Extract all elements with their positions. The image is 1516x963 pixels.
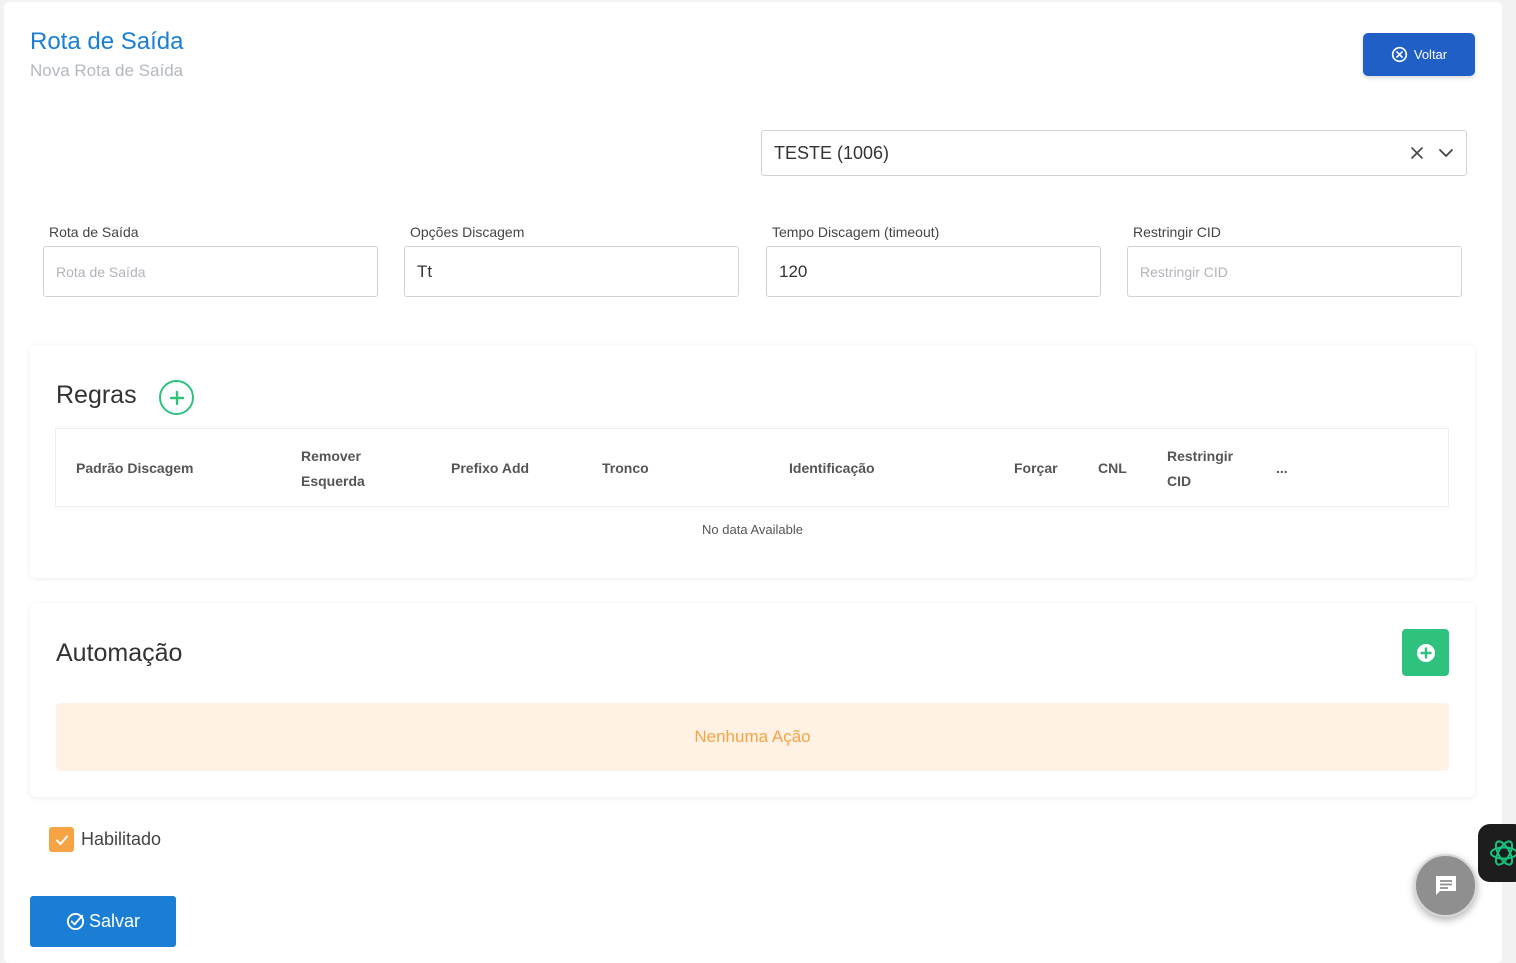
dial-options-label: Opções Discagem bbox=[410, 224, 525, 240]
add-automation-button[interactable] bbox=[1402, 629, 1449, 676]
chat-icon bbox=[1435, 875, 1456, 895]
route-field[interactable] bbox=[43, 246, 378, 297]
close-circle-icon bbox=[1391, 46, 1408, 63]
restrict-cid-label: Restringir CID bbox=[1133, 224, 1221, 240]
rules-empty-text: No data Available bbox=[702, 522, 803, 537]
atom-icon bbox=[1490, 840, 1516, 866]
back-button[interactable]: Voltar bbox=[1363, 33, 1475, 76]
column-dial-pattern[interactable]: Padrão Discagem bbox=[76, 429, 194, 508]
column-remove-left-line2: Esquerda bbox=[301, 472, 365, 489]
automation-panel: Automação Nenhuma Ação bbox=[30, 603, 1475, 797]
column-more[interactable]: ... bbox=[1276, 429, 1288, 508]
plus-icon bbox=[169, 390, 184, 405]
back-button-label: Voltar bbox=[1413, 47, 1448, 62]
rules-table-header: Padrão Discagem Remover Esquerda Prefixo… bbox=[55, 428, 1449, 507]
restrict-cid-field[interactable] bbox=[1127, 246, 1462, 297]
page-subtitle: Nova Rota de Saída bbox=[30, 61, 184, 80]
dial-options-field[interactable] bbox=[404, 246, 739, 297]
page-title: Rota de Saída bbox=[30, 28, 184, 55]
column-trunk[interactable]: Tronco bbox=[602, 429, 649, 508]
automation-title: Automação bbox=[56, 639, 183, 667]
rules-panel: Regras Padrão Discagem Remover Esquerda … bbox=[30, 345, 1475, 578]
save-button[interactable]: Salvar bbox=[30, 896, 176, 947]
save-button-label: Salvar bbox=[88, 911, 141, 931]
check-icon bbox=[55, 835, 68, 845]
chevron-down-icon[interactable] bbox=[1438, 145, 1454, 161]
column-restrict-cid-line1: Restringir bbox=[1167, 447, 1234, 464]
column-restrict-cid-line2: CID bbox=[1167, 472, 1192, 489]
route-selector[interactable]: TESTE (1006) bbox=[761, 130, 1467, 176]
column-force[interactable]: Forçar bbox=[1014, 429, 1058, 508]
enabled-label[interactable]: Habilitado bbox=[81, 829, 161, 850]
column-identification[interactable]: Identificação bbox=[789, 429, 875, 508]
column-remove-left-line1: Remover bbox=[301, 447, 361, 464]
column-remove-left[interactable]: Remover Esquerda bbox=[301, 429, 365, 508]
route-field-label: Rota de Saída bbox=[49, 224, 139, 240]
route-selector-value: TESTE (1006) bbox=[774, 142, 890, 163]
column-prefix-add[interactable]: Prefixo Add bbox=[451, 429, 529, 508]
column-restrict-cid[interactable]: Restringir CID bbox=[1167, 429, 1233, 508]
dial-timeout-field[interactable] bbox=[766, 246, 1101, 297]
clear-icon[interactable] bbox=[1408, 144, 1426, 162]
enabled-checkbox[interactable] bbox=[49, 827, 74, 852]
column-cnl[interactable]: CNL bbox=[1098, 429, 1127, 508]
automation-empty-alert: Nenhuma Ação bbox=[56, 703, 1449, 771]
rules-title: Regras bbox=[56, 381, 137, 409]
chat-button[interactable] bbox=[1414, 854, 1477, 917]
check-circle-icon bbox=[66, 912, 85, 931]
add-rule-button[interactable] bbox=[159, 380, 194, 415]
plus-circle-icon bbox=[1416, 643, 1435, 662]
ai-assistant-button[interactable] bbox=[1478, 824, 1516, 882]
dial-timeout-label: Tempo Discagem (timeout) bbox=[772, 224, 940, 240]
